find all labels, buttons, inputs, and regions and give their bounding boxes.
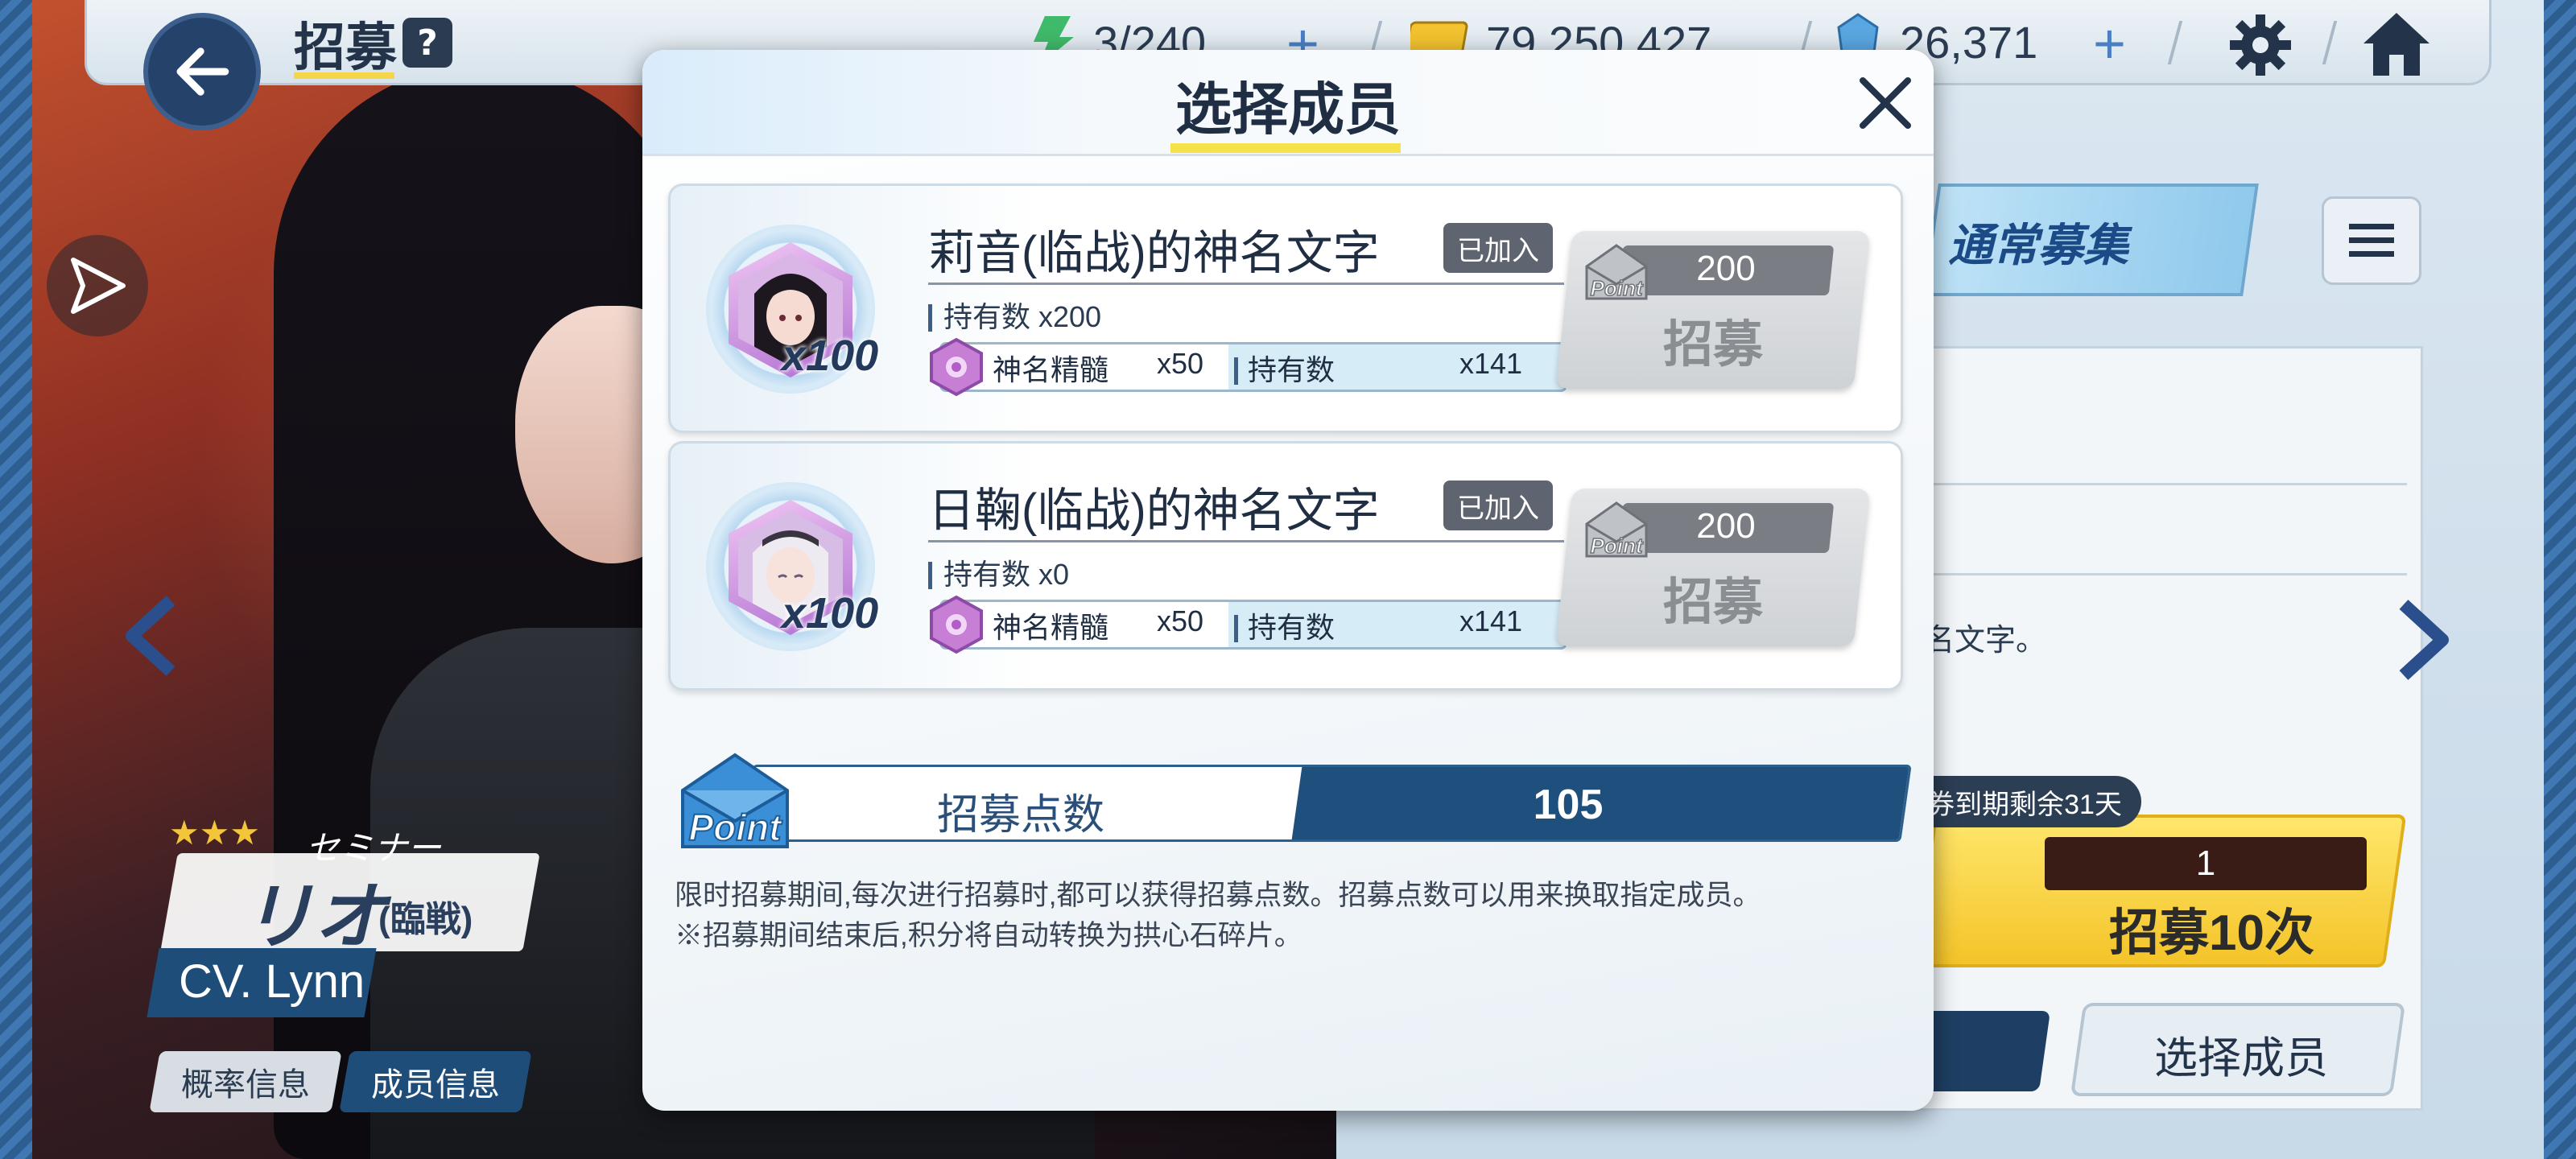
next-arrow-icon[interactable] bbox=[2389, 600, 2454, 680]
essence-owned: x141 bbox=[1459, 604, 1523, 637]
essence-icon bbox=[930, 337, 983, 397]
menu-button[interactable] bbox=[2322, 196, 2421, 285]
recruit-points-label: 招募点数 bbox=[936, 792, 1104, 839]
character-name-suffix: (臨戦) bbox=[378, 900, 473, 939]
dialog-title: 选择成员 bbox=[1175, 78, 1401, 141]
essence-owned-label: 持有数 bbox=[1234, 604, 1335, 646]
settings-gear-icon[interactable] bbox=[2228, 13, 2293, 77]
owned-count: 持有数 x0 bbox=[928, 551, 1069, 593]
hamburger-menu-icon bbox=[2349, 224, 2394, 257]
share-button[interactable] bbox=[47, 235, 148, 336]
essence-name: 神名精髓 bbox=[993, 353, 1109, 386]
select-member-dialog: 选择成员 x100 莉音(临战)的神名文字 已加入 持有数 x200 神名精髓 … bbox=[642, 50, 1934, 1111]
voice-actor: CV. Lynn bbox=[179, 955, 365, 1008]
rarity-stars: ★★★ bbox=[169, 813, 260, 852]
close-icon[interactable] bbox=[1853, 71, 1918, 135]
share-plane-icon bbox=[71, 258, 126, 314]
recruit-points-description: 限时招募期间,每次进行招募时,都可以获得招募点数。招募点数可以用来换取指定成员。… bbox=[675, 880, 1761, 951]
recruit-cost: 200 bbox=[1696, 249, 1756, 288]
owned-count: 持有数 x200 bbox=[928, 294, 1101, 336]
recruit-label: 招募 bbox=[1662, 317, 1763, 373]
recruit-points-value: 105 bbox=[1533, 782, 1604, 828]
help-button[interactable]: ? bbox=[402, 18, 452, 68]
banner-label: 通常募集 bbox=[1948, 220, 2128, 270]
page-title: 招募 bbox=[294, 19, 397, 76]
joined-badge: 已加入 bbox=[1443, 481, 1553, 530]
recruit-info-text: 名文字。 bbox=[1924, 624, 2047, 658]
select-member-label: 选择成员 bbox=[2154, 1034, 2328, 1083]
recruit-points-row: 招募点数 105 Point bbox=[675, 749, 1914, 849]
card-title: 莉音(临战)的神名文字 bbox=[928, 227, 1380, 279]
member-card-rio: x100 莉音(临战)的神名文字 已加入 持有数 x200 神名精髓 x50 持… bbox=[668, 184, 1903, 433]
eleph-quantity: x100 bbox=[782, 589, 879, 637]
joined-badge: 已加入 bbox=[1443, 223, 1553, 273]
probability-info-button[interactable]: 概率信息 bbox=[149, 1051, 342, 1112]
point-envelope-icon: Point bbox=[1585, 501, 1648, 559]
recruit-cost: 200 bbox=[1696, 506, 1756, 546]
eleph-quantity: x100 bbox=[782, 332, 879, 380]
ticket-expire-tag: 券到期剩余31天 bbox=[1908, 776, 2141, 827]
prev-arrow-icon[interactable] bbox=[121, 596, 185, 676]
ticket-count: 1 bbox=[2045, 837, 2367, 890]
member-card-himari: x100 日鞠(临战)的神名文字 已加入 持有数 x0 神名精髓 x50 持有数… bbox=[668, 441, 1903, 691]
point-envelope-icon: Point bbox=[1585, 244, 1648, 301]
card-title: 日鞠(临战)的神名文字 bbox=[928, 485, 1380, 537]
recruit-10-label: 招募10次 bbox=[2109, 905, 2314, 961]
essence-owned-label: 持有数 bbox=[1234, 347, 1335, 389]
point-envelope-icon: Point bbox=[681, 753, 789, 849]
essence-name: 神名精髓 bbox=[993, 611, 1109, 644]
pyroxene-plus-button[interactable]: + bbox=[2093, 11, 2126, 76]
recruit-label: 招募 bbox=[1662, 575, 1763, 630]
svg-text:Point: Point bbox=[689, 806, 783, 848]
back-button[interactable] bbox=[143, 13, 261, 130]
member-info-button[interactable]: 成员信息 bbox=[339, 1051, 532, 1112]
essence-cost: x50 bbox=[1157, 347, 1204, 380]
back-arrow-icon bbox=[176, 47, 229, 96]
essence-owned: x141 bbox=[1459, 347, 1523, 380]
character-name: リオ bbox=[242, 877, 386, 958]
essence-icon bbox=[930, 595, 983, 654]
left-edge-stripes bbox=[0, 0, 32, 1159]
right-edge-stripes bbox=[2544, 0, 2576, 1159]
home-icon[interactable] bbox=[2360, 10, 2433, 79]
essence-cost: x50 bbox=[1157, 604, 1204, 637]
svg-text:Point: Point bbox=[1591, 534, 1644, 558]
svg-text:Point: Point bbox=[1591, 276, 1644, 300]
